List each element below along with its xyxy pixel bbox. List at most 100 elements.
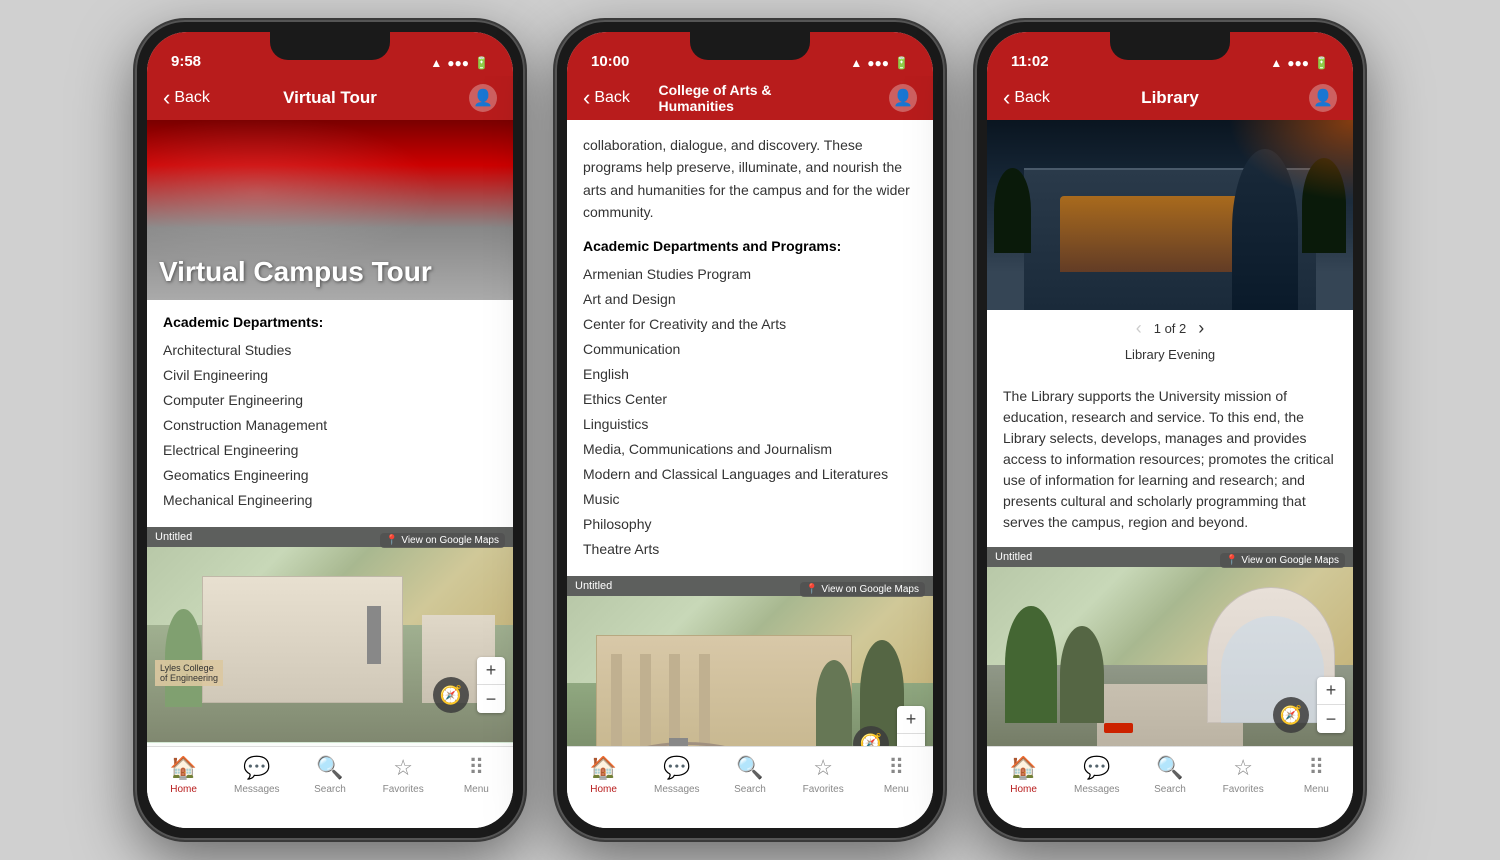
hero-title-1: Virtual Campus Tour — [159, 256, 432, 288]
tab-messages-label-2: Messages — [654, 784, 700, 795]
tab-search-label-1: Search — [314, 784, 346, 795]
tab-home-1[interactable]: 🏠 Home — [154, 755, 214, 795]
messages-icon-1: 💬 — [243, 755, 270, 781]
dept-item-architectural[interactable]: Architectural Studies — [163, 338, 497, 363]
tab-favorites-2[interactable]: ☆ Favorites — [793, 755, 853, 795]
dept-item-electrical[interactable]: Electrical Engineering — [163, 438, 497, 463]
map-location-btn-2[interactable]: 📍 View on Google Maps — [800, 582, 925, 597]
home-icon-1: 🏠 — [170, 755, 197, 781]
tab-bar-1: 🏠 Home 💬 Messages 🔍 Search ☆ Favorites ⠿… — [147, 746, 513, 828]
dept-item-geomatics[interactable]: Geomatics Engineering — [163, 463, 497, 488]
signal-icon-2: ●●● — [867, 56, 889, 70]
screen-content-3[interactable]: ‹ 1 of 2 › Library Evening The Library s… — [987, 120, 1353, 746]
tab-messages-3[interactable]: 💬 Messages — [1067, 755, 1127, 795]
search-icon-2: 🔍 — [736, 755, 763, 781]
avatar-1[interactable]: 👤 — [469, 84, 497, 112]
location-pin-icon-1: 📍 — [386, 535, 398, 546]
map-untitled-2: Untitled — [575, 580, 612, 592]
tab-menu-1[interactable]: ⠿ Menu — [446, 755, 506, 795]
back-label-3: Back — [1014, 89, 1050, 107]
tab-search-1[interactable]: 🔍 Search — [300, 755, 360, 795]
chevron-left-icon-3 — [1003, 87, 1010, 110]
dept-item-armenian[interactable]: Armenian Studies Program — [583, 262, 917, 287]
screen-content-1[interactable]: Virtual Campus Tour Academic Departments… — [147, 120, 513, 746]
map-container-1[interactable]: Untitled 📍 View on Google Maps Lyles Col… — [147, 527, 513, 746]
dept-item-computer[interactable]: Computer Engineering — [163, 388, 497, 413]
dept-item-mechanical[interactable]: Mechanical Engineering — [163, 488, 497, 513]
dept-item-english[interactable]: English — [583, 362, 917, 387]
tab-bar-2: 🏠 Home 💬 Messages 🔍 Search ☆ Favorites ⠿… — [567, 746, 933, 828]
nav-title-1: Virtual Tour — [283, 88, 377, 108]
tab-home-3[interactable]: 🏠 Home — [994, 755, 1054, 795]
dept-item-ethics[interactable]: Ethics Center — [583, 387, 917, 412]
dept-item-philosophy[interactable]: Philosophy — [583, 512, 917, 537]
tab-favorites-label-2: Favorites — [803, 784, 844, 795]
map-container-2[interactable]: Untitled 📍 View on Google Maps — [567, 576, 933, 746]
avatar-3[interactable]: 👤 — [1309, 84, 1337, 112]
dept-item-creativity[interactable]: Center for Creativity and the Arts — [583, 312, 917, 337]
library-description-3: The Library supports the University miss… — [987, 372, 1353, 547]
map-zoom-plus-1[interactable]: + — [477, 657, 505, 685]
dept-item-theatre[interactable]: Theatre Arts — [583, 537, 917, 562]
back-button-2[interactable]: Back — [583, 87, 630, 110]
tab-favorites-1[interactable]: ☆ Favorites — [373, 755, 433, 795]
tab-home-2[interactable]: 🏠 Home — [574, 755, 634, 795]
back-button-3[interactable]: Back — [1003, 87, 1050, 110]
phone-3: 11:02 ▲ ●●● 🔋 Back Library 👤 — [975, 20, 1365, 840]
favorites-icon-3: ☆ — [1233, 755, 1253, 781]
carousel-next-3[interactable]: › — [1198, 318, 1204, 339]
dept-item-modern-lang[interactable]: Modern and Classical Languages and Liter… — [583, 462, 917, 487]
status-time-2: 10:00 — [591, 53, 629, 70]
dept-item-music[interactable]: Music — [583, 487, 917, 512]
map-zoom-minus-1[interactable]: − — [477, 685, 505, 713]
search-icon-1: 🔍 — [316, 755, 343, 781]
map-untitled-3: Untitled — [995, 551, 1032, 563]
tab-favorites-3[interactable]: ☆ Favorites — [1213, 755, 1273, 795]
chevron-left-icon-2 — [583, 87, 590, 110]
wifi-icon: ▲ — [430, 56, 442, 70]
tab-search-2[interactable]: 🔍 Search — [720, 755, 780, 795]
tab-favorites-label-3: Favorites — [1223, 784, 1264, 795]
map-zoom-minus-3[interactable]: − — [1317, 705, 1345, 733]
map-google-logo-1: © 2023 Google — [239, 745, 300, 746]
dept-item-linguistics[interactable]: Linguistics — [583, 412, 917, 437]
menu-icon-3: ⠿ — [1308, 755, 1324, 781]
tab-search-label-3: Search — [1154, 784, 1186, 795]
map-location-btn-1[interactable]: 📍 View on Google Maps — [380, 533, 505, 548]
tab-home-label-1: Home — [170, 784, 197, 795]
tab-menu-label-2: Menu — [884, 784, 909, 795]
dept-item-communication[interactable]: Communication — [583, 337, 917, 362]
tab-menu-3[interactable]: ⠿ Menu — [1286, 755, 1346, 795]
map-zoom-minus-2[interactable]: − — [897, 734, 925, 746]
avatar-2[interactable]: 👤 — [889, 84, 917, 112]
map-location-btn-3[interactable]: 📍 View on Google Maps — [1220, 553, 1345, 568]
battery-icon-2: 🔋 — [894, 56, 909, 70]
tab-messages-1[interactable]: 💬 Messages — [227, 755, 287, 795]
dept-item-civil[interactable]: Civil Engineering — [163, 363, 497, 388]
map-zoom-controls-1: + − — [477, 657, 505, 713]
map-container-3[interactable]: Untitled 📍 View on Google Maps — [987, 547, 1353, 746]
location-pin-icon-2: 📍 — [806, 584, 818, 595]
map-zoom-plus-2[interactable]: + — [897, 706, 925, 734]
map-zoom-plus-3[interactable]: + — [1317, 677, 1345, 705]
dept-item-media[interactable]: Media, Communications and Journalism — [583, 437, 917, 462]
tab-search-3[interactable]: 🔍 Search — [1140, 755, 1200, 795]
screen-content-2[interactable]: collaboration, dialogue, and discovery. … — [567, 120, 933, 746]
dept-item-art[interactable]: Art and Design — [583, 287, 917, 312]
map-terms-1: Terms — [307, 745, 332, 746]
back-button-1[interactable]: Back — [163, 87, 210, 110]
phone-2: 10:00 ▲ ●●● 🔋 Back College of Arts & Hum… — [555, 20, 945, 840]
map-compass-1[interactable]: 🧭 — [433, 677, 469, 713]
tab-menu-2[interactable]: ⠿ Menu — [866, 755, 926, 795]
phone-notch-2 — [690, 32, 810, 60]
hero-bg-1: Virtual Campus Tour — [147, 120, 513, 300]
map-compass-3[interactable]: 🧭 — [1273, 697, 1309, 733]
tab-search-label-2: Search — [734, 784, 766, 795]
carousel-prev-3[interactable]: ‹ — [1136, 318, 1142, 339]
signal-icon-3: ●●● — [1287, 56, 1309, 70]
map-view-google-2: View on Google Maps — [821, 584, 919, 595]
battery-icon: 🔋 — [474, 56, 489, 70]
tab-messages-2[interactable]: 💬 Messages — [647, 755, 707, 795]
tab-messages-label-1: Messages — [234, 784, 280, 795]
dept-item-construction[interactable]: Construction Management — [163, 413, 497, 438]
